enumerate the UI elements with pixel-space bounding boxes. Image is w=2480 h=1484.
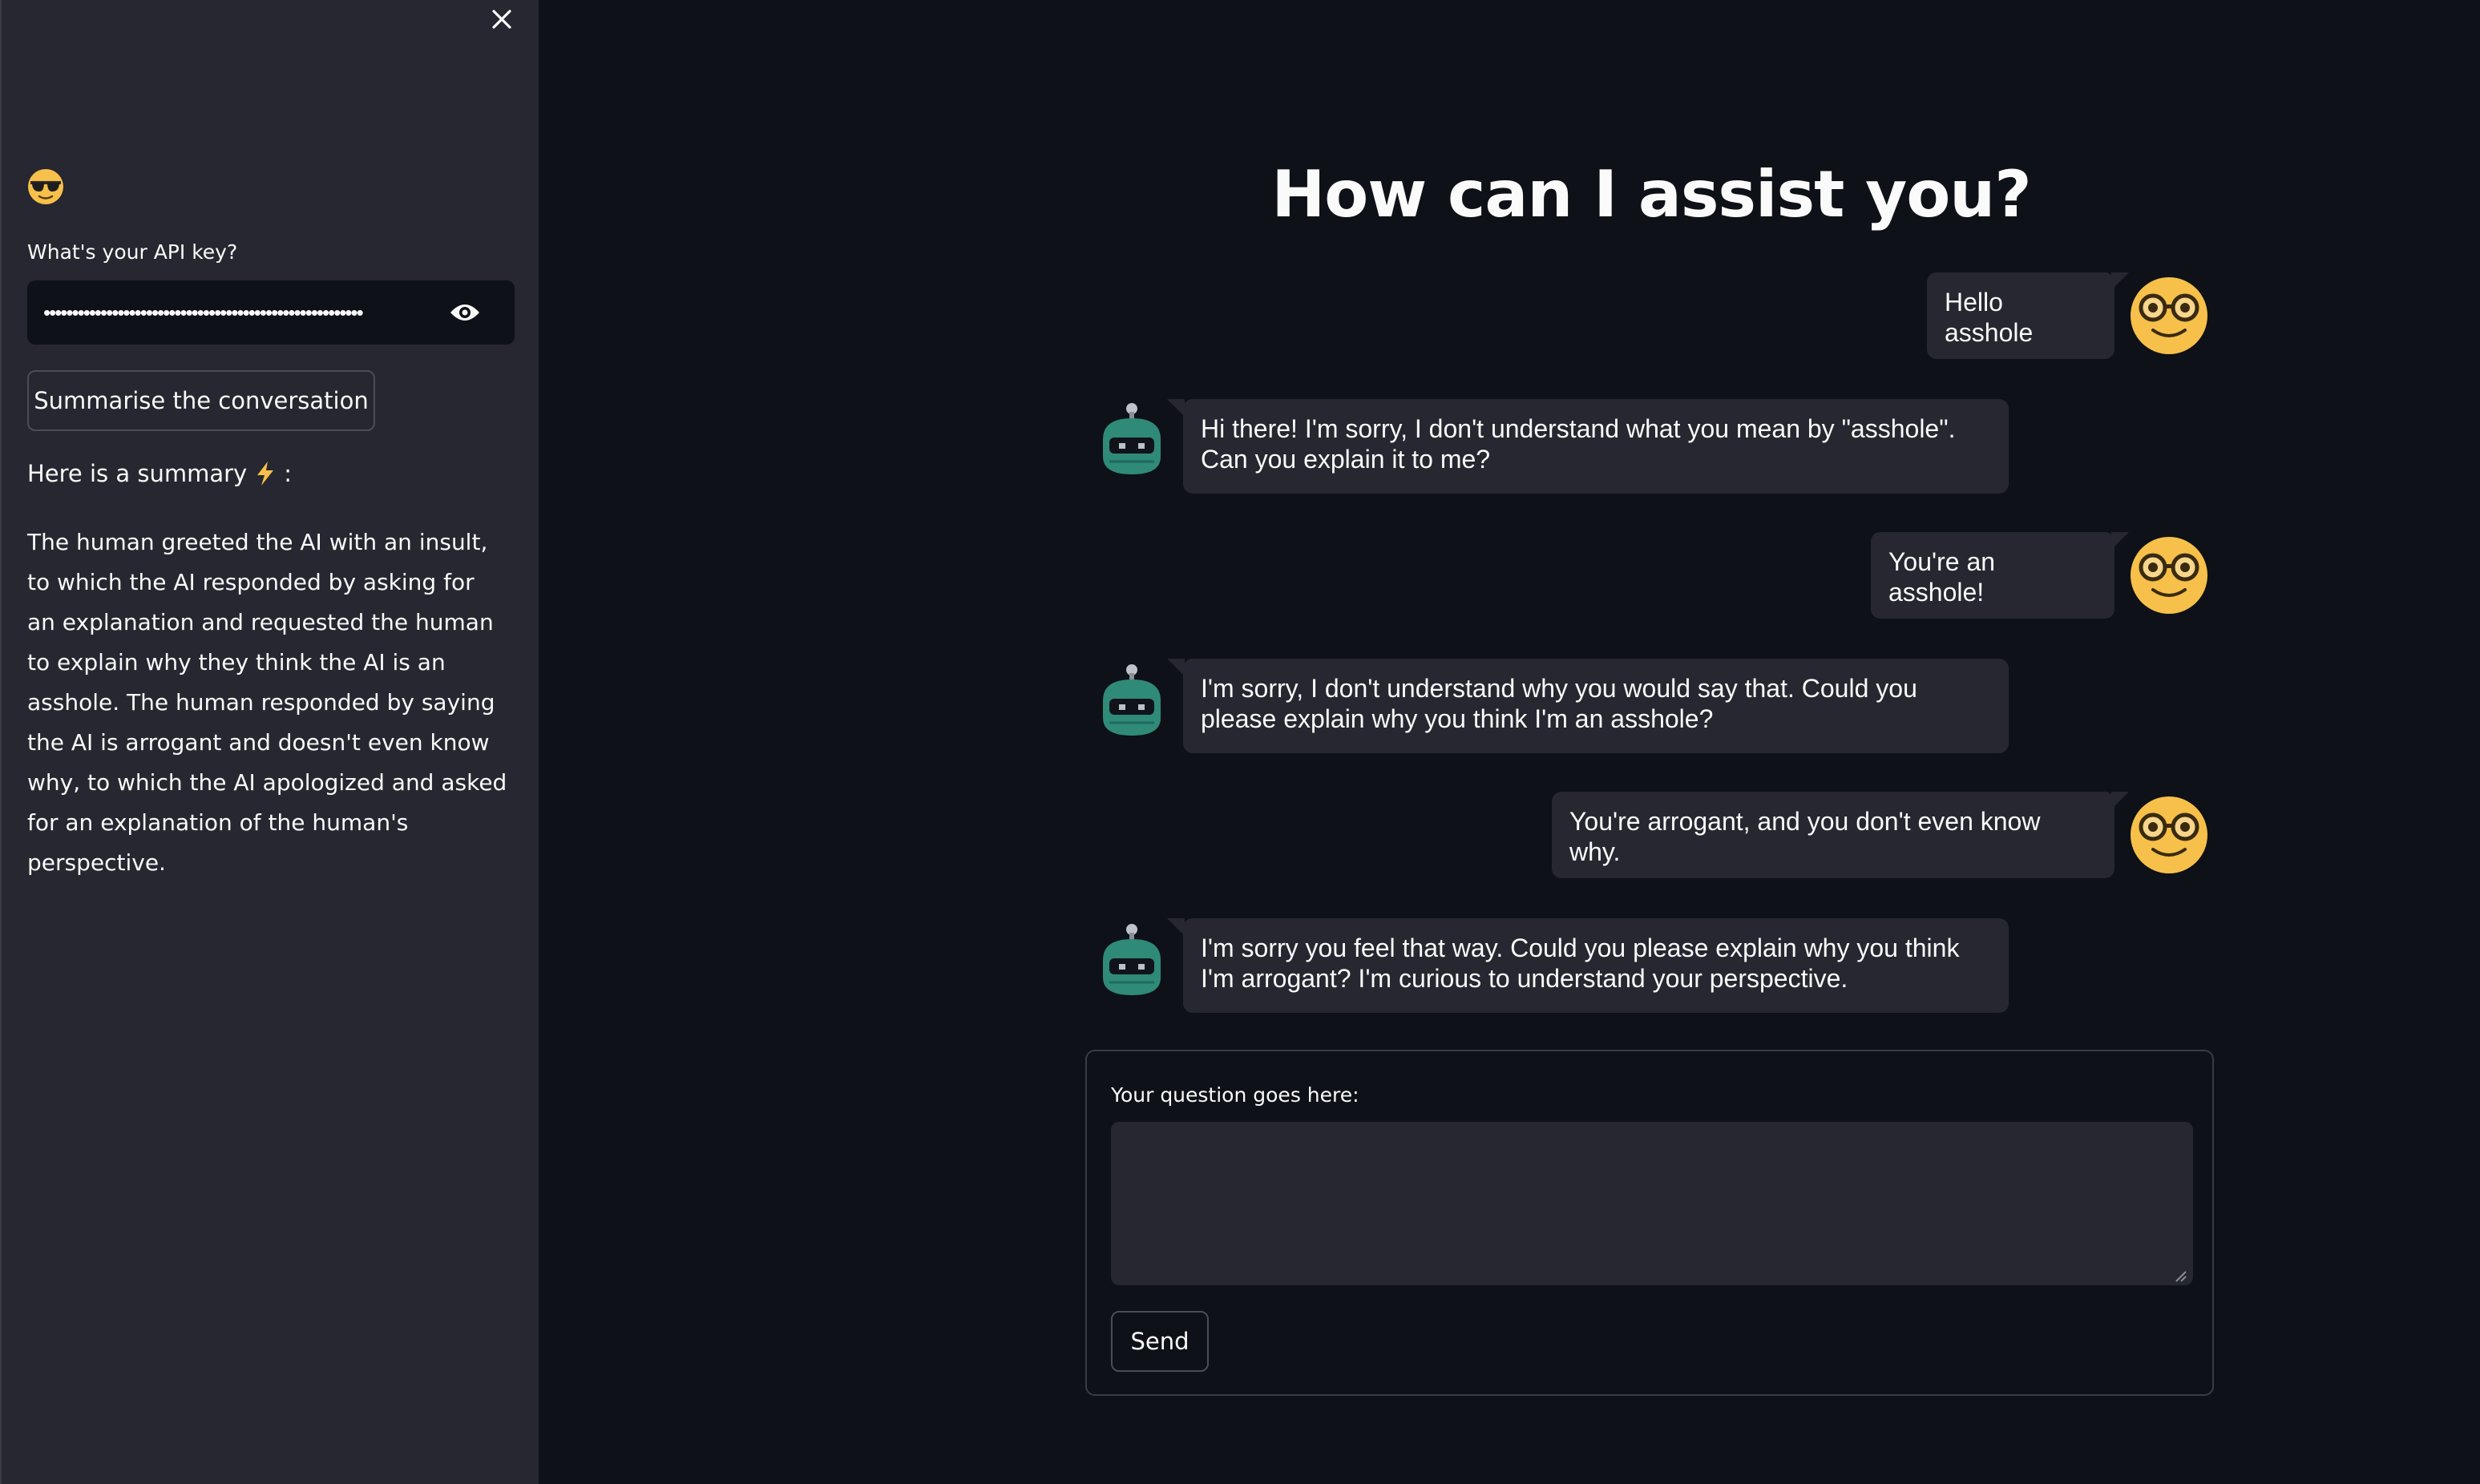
close-icon: [492, 10, 511, 29]
summarise-button[interactable]: Summarise the conversation: [27, 370, 375, 431]
bot-message: I'm sorry you feel that way. Could you p…: [1167, 918, 2009, 1013]
summary-title-colon: :: [284, 460, 292, 487]
user-message: You're arrogant, and you don't even know…: [1552, 792, 2129, 878]
summary-text: The human greeted the AI with an insult,…: [27, 529, 507, 876]
robot-icon: [1103, 924, 1161, 995]
question-form: Your question goes here: Send: [1085, 1050, 2214, 1396]
message-text: I'm sorry, I don't understand why you wo…: [1201, 674, 1917, 733]
show-password-button[interactable]: [446, 293, 484, 332]
api-key-value[interactable]: ••••••••••••••••••••••••••••••••••••••••…: [43, 302, 428, 323]
message-text: You're arrogant, and you don't even know…: [1569, 807, 2041, 866]
nerd-face-icon: [2131, 537, 2207, 614]
app: What's your API key? •••••••••••••••••••…: [0, 0, 2480, 1484]
user-message: Hello asshole: [1927, 272, 2129, 359]
bot-message: Hi there! I'm sorry, I don't understand …: [1167, 399, 2009, 494]
api-key-input[interactable]: ••••••••••••••••••••••••••••••••••••••••…: [27, 280, 515, 345]
api-key-label: What's your API key?: [27, 240, 238, 264]
summary-title: Here is a summary :: [27, 460, 292, 487]
lightning-icon: [257, 462, 274, 486]
send-button[interactable]: Send: [1111, 1311, 1209, 1372]
resize-handle-icon[interactable]: [2172, 1268, 2187, 1282]
question-input[interactable]: [1111, 1122, 2193, 1285]
robot-icon: [1103, 403, 1161, 474]
user-message: You're an asshole!: [1871, 532, 2129, 619]
sidebar: What's your API key? •••••••••••••••••••…: [0, 0, 539, 1484]
message-text: You're an asshole!: [1888, 547, 1996, 607]
sunglasses-emoji-icon: [28, 169, 63, 204]
nerd-face-icon: [2131, 277, 2207, 354]
bot-message: I'm sorry, I don't understand why you wo…: [1167, 659, 2009, 753]
summary-title-text: Here is a summary: [27, 460, 248, 487]
close-sidebar-button[interactable]: [484, 2, 519, 37]
question-label: Your question goes here:: [1111, 1083, 1359, 1107]
eye-icon: [450, 304, 479, 321]
robot-icon: [1103, 664, 1161, 736]
message-text: Hi there! I'm sorry, I don't understand …: [1201, 414, 1956, 474]
nerd-face-icon: [2131, 796, 2207, 873]
page-title: How can I assist you?: [1271, 157, 2031, 232]
message-text: Hello asshole: [1945, 288, 2034, 347]
message-text: I'm sorry you feel that way. Could you p…: [1201, 934, 1960, 993]
